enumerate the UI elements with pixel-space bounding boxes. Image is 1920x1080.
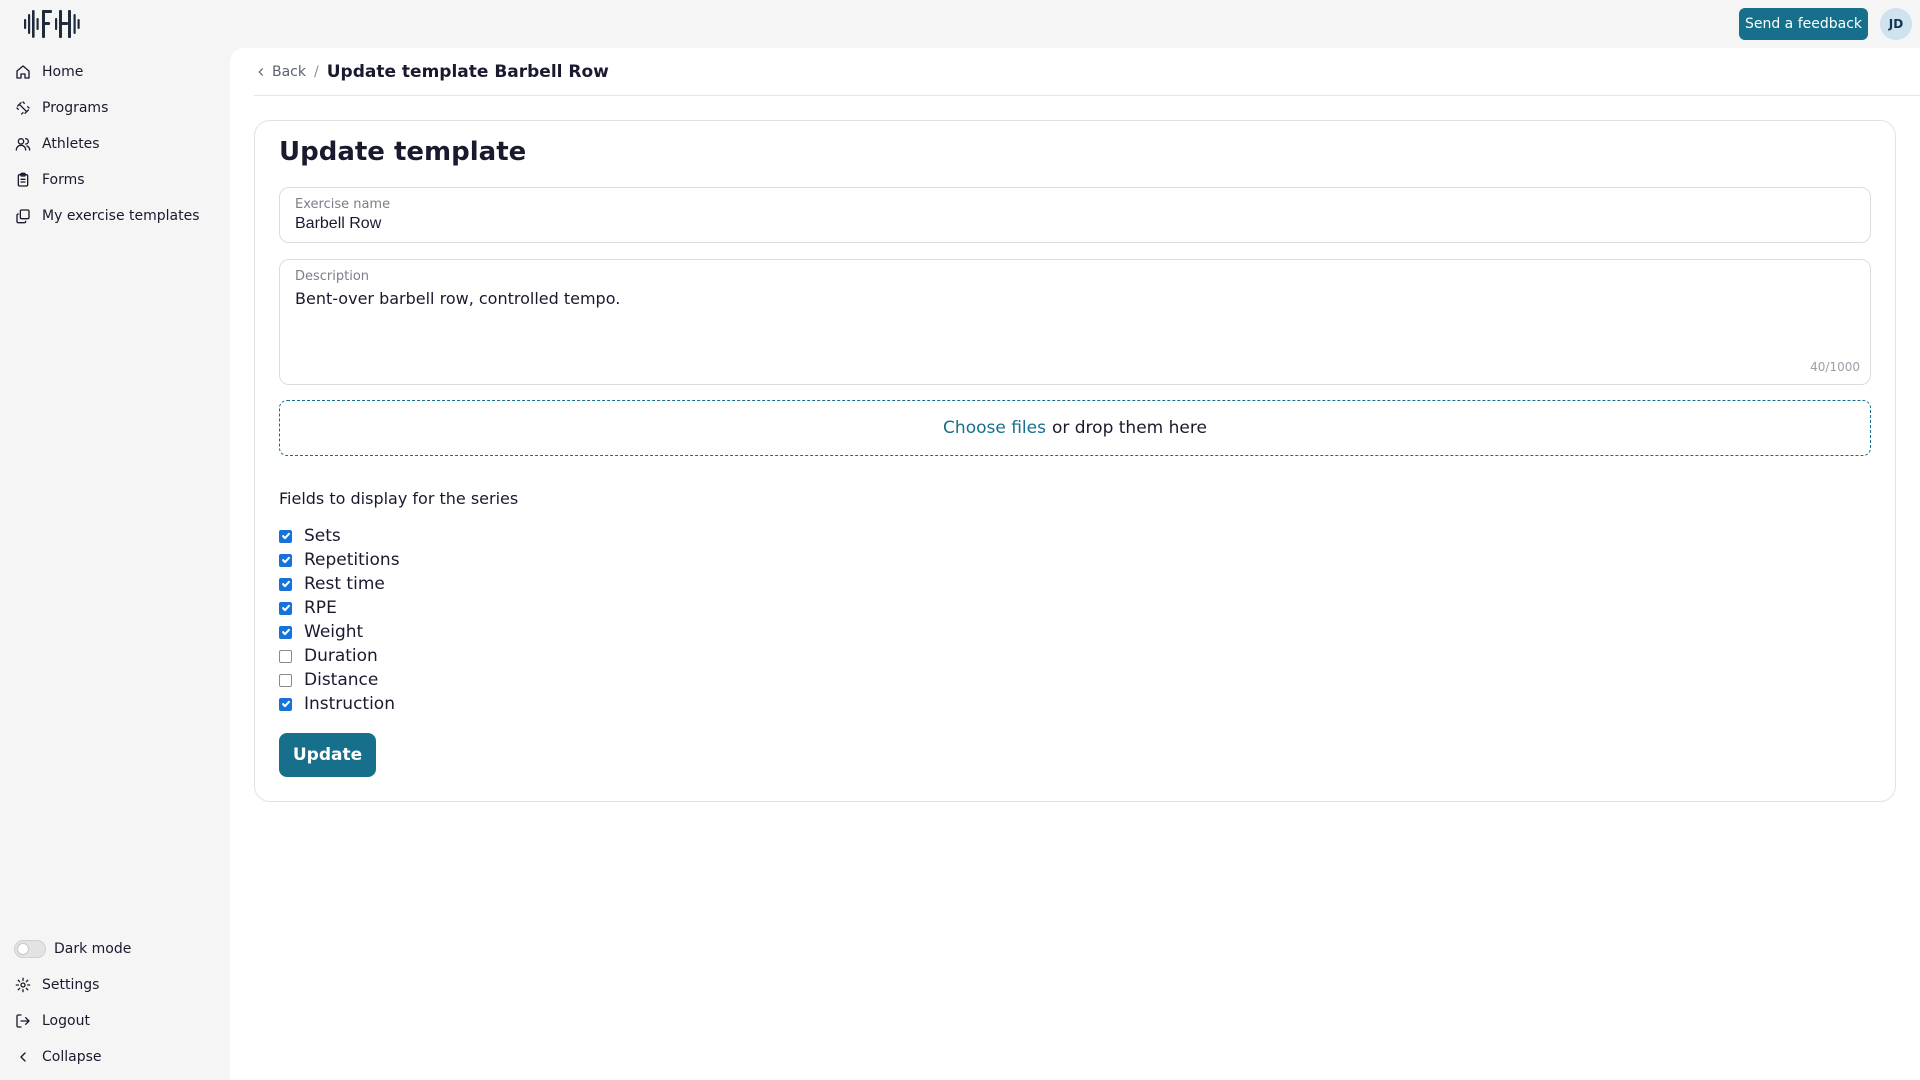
send-feedback-button[interactable]: Send a feedback (1739, 8, 1868, 40)
template-form-card: Update template Exercise name Barbell Ro… (254, 120, 1896, 802)
sidebar-item-label: Home (42, 64, 84, 80)
checkbox-label: Weight (304, 622, 364, 642)
dark-mode-toggle[interactable]: Dark mode (14, 935, 131, 963)
update-button[interactable]: Update (279, 733, 376, 777)
exercise-name-input[interactable]: Barbell Row (295, 215, 381, 233)
checkbox[interactable] (279, 649, 292, 663)
app-logo[interactable] (22, 6, 86, 42)
checkbox[interactable] (279, 601, 292, 615)
logout-icon (14, 1012, 32, 1030)
check-icon (281, 700, 290, 708)
sidebar-item-label: Athletes (42, 136, 100, 152)
series-field-option[interactable]: Weight (279, 621, 363, 643)
checkbox[interactable] (279, 625, 292, 639)
series-field-option[interactable]: Rest time (279, 573, 385, 595)
check-icon (281, 628, 290, 636)
checkbox[interactable] (279, 673, 292, 687)
sidebar-item-programs[interactable]: Programs (14, 94, 108, 122)
sidebar-item-label: Collapse (42, 1049, 102, 1065)
series-field-option[interactable]: Repetitions (279, 549, 400, 571)
chevron-left-icon (258, 67, 264, 76)
sidebar-item-label: Forms (42, 172, 85, 188)
checkbox-label: Duration (304, 646, 378, 666)
sidebar-item-label: Settings (42, 977, 100, 993)
series-field-option[interactable]: Distance (279, 669, 378, 691)
chevron-left-icon (14, 1048, 32, 1066)
users-icon (14, 135, 32, 153)
avatar[interactable]: JD (1880, 8, 1912, 40)
description-textarea[interactable]: Bent-over barbell row, controlled tempo. (295, 289, 620, 308)
dark-mode-label: Dark mode (54, 941, 132, 957)
gear-icon (14, 976, 32, 994)
sidebar-item-label: Programs (42, 100, 109, 116)
checkbox[interactable] (279, 529, 292, 543)
logo-icon (24, 10, 80, 38)
sidebar: Home Programs Athletes Forms My exercise… (0, 48, 230, 1080)
checkbox[interactable] (279, 553, 292, 567)
series-field-option[interactable]: Sets (279, 525, 341, 547)
sidebar-item-label: Logout (42, 1013, 90, 1029)
exercise-name-field[interactable]: Exercise name Barbell Row (279, 187, 1871, 243)
check-icon (281, 556, 290, 564)
sidebar-item-settings[interactable]: Settings (14, 971, 99, 999)
checkbox-label: Rest time (304, 574, 385, 594)
series-field-option[interactable]: Duration (279, 645, 378, 667)
check-icon (281, 532, 290, 540)
checkbox[interactable] (279, 577, 292, 591)
copy-icon (14, 207, 32, 225)
exercise-name-label: Exercise name (295, 197, 391, 212)
dropzone-text: or drop them here (1051, 418, 1207, 438)
back-label: Back (272, 63, 306, 80)
description-field[interactable]: Description Bent-over barbell row, contr… (279, 259, 1871, 385)
sidebar-item-logout[interactable]: Logout (14, 1007, 90, 1035)
choose-files-link[interactable]: Choose files (943, 418, 1046, 438)
sidebar-item-forms[interactable]: Forms (14, 166, 85, 194)
sidebar-collapse[interactable]: Collapse (14, 1043, 102, 1071)
home-icon (14, 63, 32, 81)
series-field-option[interactable]: Instruction (279, 693, 395, 715)
checkbox-label: Repetitions (304, 550, 400, 570)
check-icon (281, 580, 290, 588)
clipboard-icon (14, 171, 32, 189)
checkbox[interactable] (279, 697, 292, 711)
page-title: Update template Barbell Row (326, 61, 609, 82)
description-label: Description (295, 269, 370, 284)
fields-heading: Fields to display for the series (279, 489, 519, 508)
toggle-knob (17, 943, 29, 955)
sidebar-item-label: My exercise templates (42, 208, 200, 224)
sidebar-item-athletes[interactable]: Athletes (14, 130, 100, 158)
file-dropzone[interactable]: Choose files or drop them here (279, 400, 1871, 456)
breadcrumb: Back / Update template Barbell Row (254, 48, 1920, 96)
toggle-switch[interactable] (14, 940, 46, 958)
main-panel: Back / Update template Barbell Row Updat… (230, 48, 1920, 1080)
form-title: Update template (279, 137, 527, 167)
checkbox-label: Instruction (304, 694, 395, 714)
breadcrumb-separator: / (314, 63, 319, 80)
character-counter: 40/1000 (1810, 360, 1860, 374)
dumbbell-icon (14, 99, 32, 117)
top-bar: Send a feedback JD (0, 0, 1920, 48)
series-field-option[interactable]: RPE (279, 597, 337, 619)
back-link[interactable]: Back (254, 64, 306, 80)
check-icon (281, 604, 290, 612)
checkbox-label: Sets (304, 526, 341, 546)
sidebar-item-home[interactable]: Home (14, 58, 83, 86)
sidebar-item-exercise-templates[interactable]: My exercise templates (14, 202, 200, 230)
checkbox-label: RPE (304, 598, 337, 618)
checkbox-label: Distance (304, 670, 379, 690)
